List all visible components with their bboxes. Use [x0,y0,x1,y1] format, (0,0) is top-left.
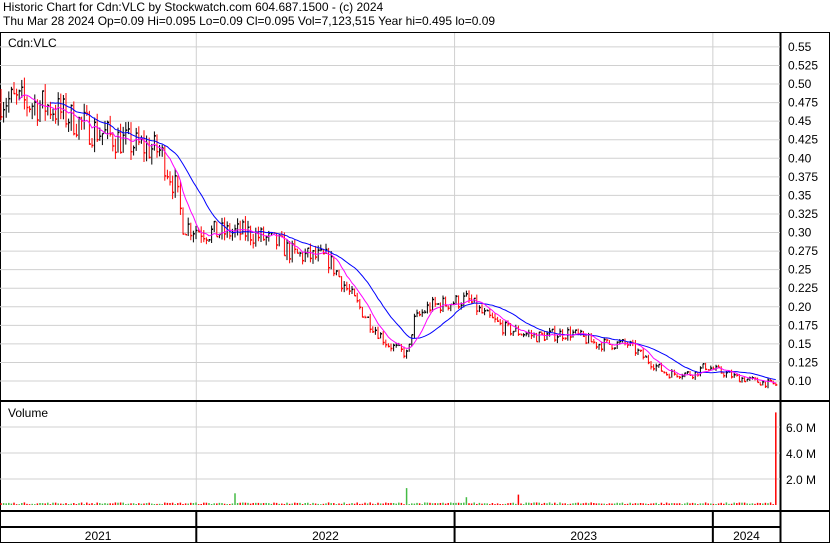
price-tick-label: 0.40 [788,151,812,165]
price-tick-label: 0.20 [788,300,812,314]
volume-tick-label: 6.0 M [786,421,816,435]
moving-average-short [18,94,776,384]
volume-pane-label: Volume [8,406,48,420]
price-tick-label: 0.275 [788,244,818,258]
price-tick-label: 0.525 [788,58,818,72]
price-pane-label: Cdn:VLC [8,36,57,50]
price-tick-label: 0.45 [788,114,812,128]
price-tick-label: 0.30 [788,226,812,240]
price-tick-label: 0.15 [788,337,812,351]
stock-chart: 0.55 0.525 0.50 0.475 0.45 0.425 0.40 0.375 0.35… [0,32,830,543]
price-tick-label: 0.225 [788,281,818,295]
price-tick-label: 0.125 [788,355,818,369]
price-tick-label: 0.175 [788,318,818,332]
price-tick-label: 0.375 [788,170,818,184]
price-tick-label: 0.425 [788,133,818,147]
price-tick-label: 0.475 [788,96,818,110]
price-tick-label: 0.325 [788,207,818,221]
year-label: 2023 [570,529,597,543]
year-label: 2022 [312,529,339,543]
year-label: 2021 [85,529,112,543]
year-label: 2024 [733,529,760,543]
price-tick-label: 0.55 [788,40,812,54]
volume-tick-label: 2.0 M [786,473,816,487]
price-tick-label: 0.35 [788,188,812,202]
price-tick-label: 0.25 [788,263,812,277]
chart-frame [0,32,830,543]
price-tick-label: 0.50 [788,77,812,91]
price-tick-label: 0.10 [788,374,812,388]
moving-average-long [50,102,776,381]
volume-bars [0,412,777,505]
volume-tick-label: 4.0 M [786,447,816,461]
